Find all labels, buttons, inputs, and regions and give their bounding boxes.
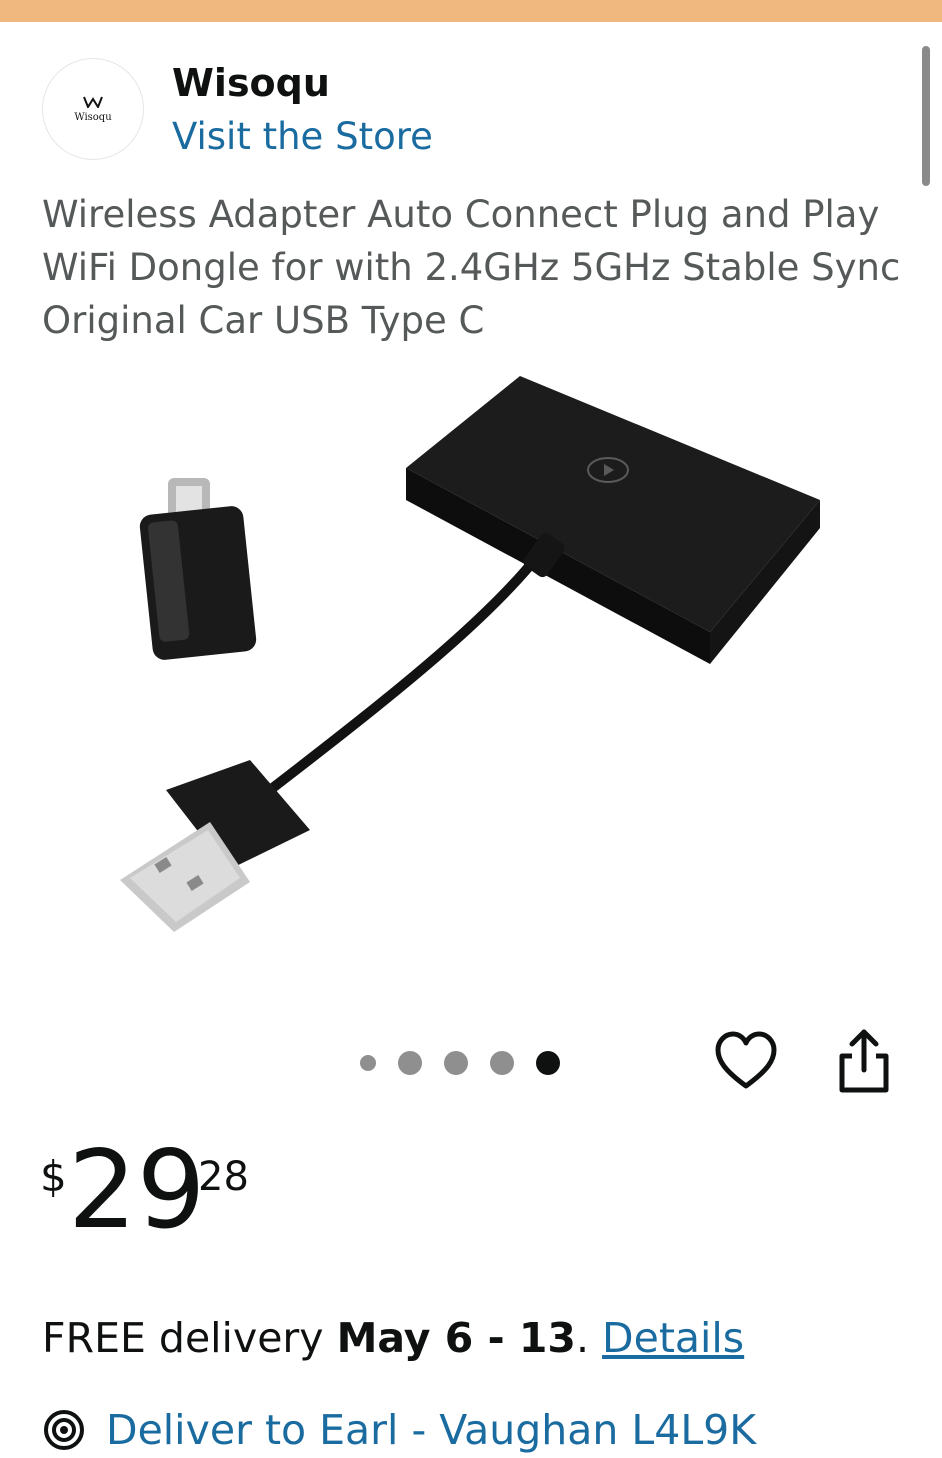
price-whole: 29: [68, 1128, 206, 1253]
delivery-suffix: .: [575, 1314, 603, 1362]
share-icon[interactable]: [834, 1026, 894, 1096]
carousel-dot-2[interactable]: [398, 1051, 422, 1075]
carousel-dot-1[interactable]: [360, 1055, 376, 1071]
delivery-dates: May 6 - 13: [336, 1314, 576, 1362]
delivery-info: FREE delivery May 6 - 13. Details: [42, 1310, 744, 1366]
visit-store-link[interactable]: Visit the Store: [172, 114, 433, 160]
price-fraction: 28: [198, 1154, 249, 1200]
product-title: Wireless Adapter Auto Connect Plug and P…: [42, 193, 901, 342]
wishlist-heart-icon[interactable]: [714, 1030, 778, 1094]
brand-name[interactable]: Wisoqu: [172, 60, 330, 106]
scrollbar[interactable]: [922, 46, 930, 186]
brand-logo-icon: [83, 96, 103, 108]
price-currency-symbol: $: [40, 1152, 67, 1201]
cable: [265, 535, 555, 795]
usb-c-adapter: [139, 478, 257, 660]
adapter-body: [406, 376, 820, 664]
delivery-details-link[interactable]: Details: [602, 1314, 744, 1362]
delivery-prefix: FREE delivery: [42, 1314, 337, 1362]
carousel-dot-3[interactable]: [444, 1051, 468, 1075]
image-carousel-indicators: [360, 1048, 590, 1078]
carousel-dot-4[interactable]: [490, 1051, 514, 1075]
product-image[interactable]: [100, 360, 840, 950]
location-target-icon: [44, 1410, 84, 1450]
brand-logo[interactable]: Wisoqu: [42, 58, 144, 160]
top-banner-strip: [0, 0, 942, 22]
deliver-to-label: Deliver to Earl - Vaughan L4L9K: [106, 1406, 757, 1454]
carousel-dot-5-active[interactable]: [536, 1051, 560, 1075]
brand-logo-text: Wisoqu: [74, 111, 112, 123]
